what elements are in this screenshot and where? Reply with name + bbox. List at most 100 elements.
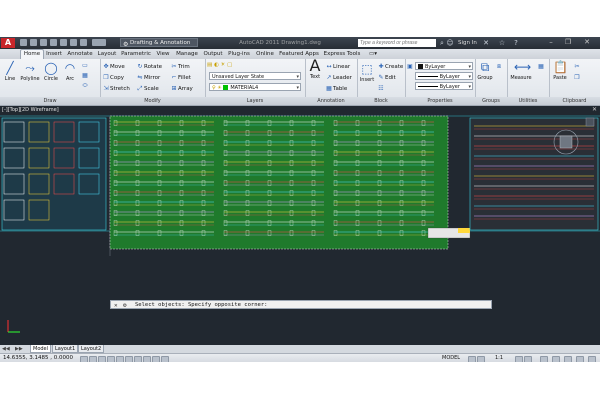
polyline-button[interactable]: ⤳ Polyline (19, 61, 41, 82)
copy-clip-icon[interactable]: ❐ (573, 73, 581, 82)
tab-layout1[interactable]: Layout1 (52, 345, 79, 353)
polar-toggle[interactable] (107, 356, 115, 362)
command-settings-icon[interactable]: ⚙ (123, 301, 127, 310)
plot-icon[interactable] (60, 39, 67, 46)
scale-button[interactable]: ⤢ Scale (136, 84, 159, 93)
save-as-icon[interactable] (50, 39, 57, 46)
hatch-icon[interactable]: ▦ (81, 71, 89, 80)
quick-view-layouts-icon[interactable] (468, 356, 476, 362)
hardware-acceleration-icon[interactable] (564, 356, 572, 362)
circle-button[interactable]: ◯ Circle (42, 61, 60, 82)
isolate-objects-icon[interactable] (576, 356, 584, 362)
linear-button[interactable]: ↔Linear (325, 62, 350, 71)
array-button[interactable]: ⊞Array (170, 84, 192, 93)
lock-icon[interactable] (552, 356, 560, 362)
model-space-button[interactable]: MODEL (442, 354, 460, 362)
new-icon[interactable] (20, 39, 27, 46)
viewport-close-icon[interactable]: ✕ (592, 106, 597, 113)
clipboard-panel-title[interactable]: Clipboard (549, 97, 600, 105)
osnap-toggle[interactable] (116, 356, 124, 362)
restore-button[interactable]: ❐ (562, 38, 574, 47)
tab-manage[interactable]: Manage (174, 50, 200, 59)
lwt-toggle[interactable] (152, 356, 160, 362)
command-line[interactable]: ✕ ⚙ Select objects: Specify opposite cor… (110, 300, 492, 309)
search-input[interactable] (358, 39, 436, 47)
mirror-button[interactable]: ⇋Mirror (136, 73, 160, 82)
quick-calc-icon[interactable]: ▦ (537, 62, 545, 71)
workspace-switcher[interactable]: ⚙ Drafting & Annotation (120, 38, 198, 48)
layers-panel-title[interactable]: Layers (205, 97, 305, 105)
viewport-controls-label[interactable]: [-][Top][2D Wireframe] (2, 107, 59, 113)
open-icon[interactable] (30, 39, 37, 46)
annotation-scale[interactable]: 1:1 (495, 354, 503, 362)
first-tab-icon[interactable]: ◀◀ (2, 345, 10, 353)
user-icon[interactable]: ☺ (446, 39, 454, 47)
help-icon[interactable]: ? (512, 39, 520, 47)
tab-parametric[interactable]: Parametric (120, 50, 152, 59)
line-button[interactable]: ╱ Line (1, 61, 19, 82)
tab-online[interactable]: Online (254, 50, 276, 59)
tab-annotate[interactable]: Annotate (66, 50, 94, 59)
quick-access-dropdown[interactable] (92, 39, 106, 46)
paste-button[interactable]: 📋 Paste (551, 60, 569, 81)
tab-layout2[interactable]: Layout2 (78, 345, 105, 353)
grid-toggle[interactable] (89, 356, 97, 362)
arc-button[interactable]: ◠ Arc (61, 61, 79, 82)
cut-icon[interactable]: ✂ (573, 62, 581, 71)
redo-icon[interactable] (80, 39, 87, 46)
undo-icon[interactable] (70, 39, 77, 46)
search-icon[interactable]: ⌕ (438, 39, 446, 47)
tab-view[interactable]: View (154, 50, 172, 59)
layer-properties-icon[interactable]: ▤ ◐ ☀ ▢ (207, 61, 232, 70)
block-panel-title[interactable]: Block (357, 97, 405, 105)
copy-button[interactable]: ❐Copy (102, 73, 124, 82)
layer-state-dropdown[interactable]: Unsaved Layer State (209, 72, 301, 80)
annotation-panel-title[interactable]: Annotation (305, 97, 357, 105)
ribbon-minimize-icon[interactable]: ▭▾ (366, 50, 380, 59)
edit-block-button[interactable]: ✎Edit (377, 73, 395, 82)
fillet-button[interactable]: ⌐Fillet (170, 73, 190, 82)
create-block-button[interactable]: ✚Create (377, 62, 403, 71)
coordinates-readout[interactable]: 14.6355, 3.1485 , 0.0000 (3, 354, 73, 362)
drawing-canvas[interactable] (0, 106, 600, 345)
rotate-button[interactable]: ↻Rotate (136, 62, 162, 71)
color-dropdown[interactable]: ByLayer (415, 62, 473, 70)
snap-toggle[interactable] (80, 356, 88, 362)
annotation-visibility-icon[interactable] (515, 356, 523, 362)
close-button[interactable]: ✕ (581, 38, 593, 47)
quick-view-drawings-icon[interactable] (477, 356, 485, 362)
lineweight-dropdown[interactable]: ByLayer (415, 72, 473, 80)
properties-panel-title[interactable]: Properties (405, 97, 475, 105)
group-button[interactable]: ⧉ Group (476, 60, 494, 81)
qp-toggle[interactable] (161, 356, 169, 362)
dyn-toggle[interactable] (143, 356, 151, 362)
workspace-status-icon[interactable] (540, 356, 548, 362)
groups-panel-title[interactable]: Groups (475, 97, 507, 105)
insert-button[interactable]: ⬚ Insert (358, 62, 376, 83)
tab-model[interactable]: Model (30, 345, 52, 353)
stretch-button[interactable]: ⇲Stretch (102, 84, 129, 93)
command-close-icon[interactable]: ✕ (114, 301, 118, 310)
modify-panel-title[interactable]: Modify (100, 97, 205, 105)
ungroup-icon[interactable]: ⧈ (495, 62, 503, 71)
block-attribute-icon[interactable]: ☷ (377, 84, 385, 93)
text-button[interactable]: A Text (306, 58, 324, 81)
tab-express-tools[interactable]: Express Tools (322, 50, 362, 59)
ellipse-icon[interactable]: ⬭ (81, 81, 89, 90)
current-layer-dropdown[interactable]: ♀ ☀ MATERIAL4 (209, 83, 301, 91)
otrack-toggle[interactable] (125, 356, 133, 362)
minimize-button[interactable]: – (545, 38, 557, 47)
rectangle-icon[interactable]: ▭ (81, 61, 89, 70)
tab-layout[interactable]: Layout (96, 50, 118, 59)
app-logo-button[interactable]: A (1, 38, 15, 48)
draw-panel-title[interactable]: Draw (0, 97, 100, 105)
tab-output[interactable]: Output (202, 50, 224, 59)
star-icon[interactable]: ☆ (498, 39, 506, 47)
drawing-viewport[interactable]: [-][Top][2D Wireframe] ✕ (0, 106, 600, 345)
tab-insert[interactable]: Insert (44, 50, 64, 59)
utilities-panel-title[interactable]: Utilities (507, 97, 549, 105)
clean-screen-icon[interactable] (588, 356, 596, 362)
save-icon[interactable] (40, 39, 47, 46)
move-button[interactable]: ✥Move (102, 62, 124, 71)
tab-plug-ins[interactable]: Plug-ins (226, 50, 252, 59)
